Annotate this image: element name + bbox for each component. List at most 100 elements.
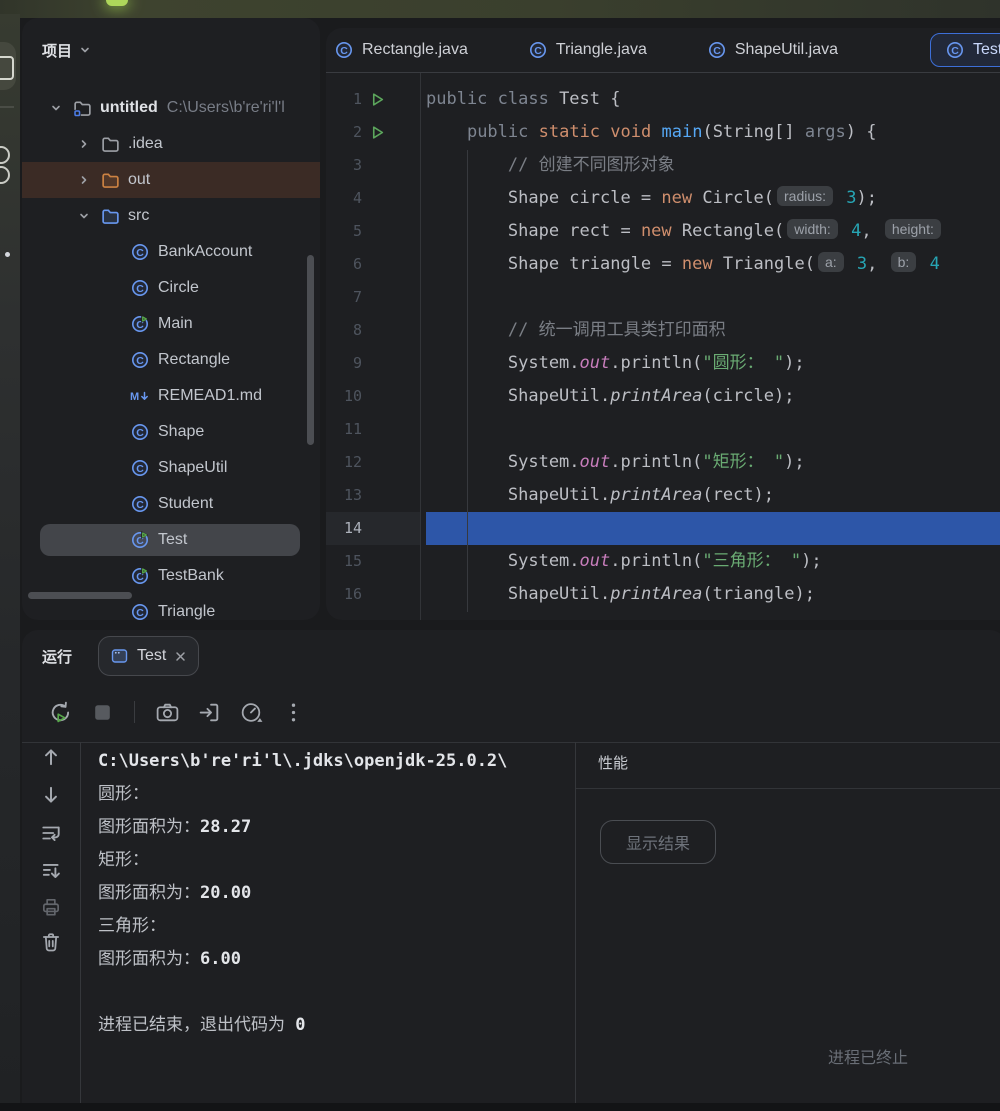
ide-window: 项目 untitledC:\Users\b're'ri'l'l.ideaouts… xyxy=(0,0,1000,1111)
vertical-scrollbar[interactable] xyxy=(307,255,314,445)
code-line[interactable]: 8 // 统一调用工具类打印面积 xyxy=(326,314,1000,347)
print-icon[interactable] xyxy=(39,895,63,919)
run-tab-test[interactable]: Test xyxy=(98,636,199,676)
tree-item-circle[interactable]: CCircle xyxy=(22,270,320,306)
tree-item-student[interactable]: C Student xyxy=(22,486,320,522)
code-line[interactable]: 10 ShapeUtil.printArea(circle); xyxy=(326,380,1000,413)
code-text: public class Test { xyxy=(426,83,620,116)
rerun-icon[interactable] xyxy=(46,698,74,726)
commit-icon[interactable] xyxy=(0,166,10,184)
code-line[interactable]: 9 System.out.println("圆形： "); xyxy=(326,347,1000,380)
code-line[interactable]: 2 public static void main(String[] args)… xyxy=(326,116,1000,149)
tree-item-remead1-md[interactable]: M REMEAD1.md xyxy=(22,378,320,414)
chevron-down-icon[interactable] xyxy=(79,44,91,56)
tab-rectangle-java[interactable]: CRectangle.java xyxy=(326,28,498,72)
gutter-border xyxy=(420,73,421,620)
code-line[interactable]: 5 Shape rect = new Rectangle(width: 4, h… xyxy=(326,215,1000,248)
console-line: 图形面积为：28.27 xyxy=(98,811,575,844)
soft-wrap-icon[interactable] xyxy=(39,821,63,845)
code-text: // 创建不同图形对象 xyxy=(426,149,675,182)
stop-icon[interactable] xyxy=(88,698,116,726)
tree-item-main[interactable]: CMain xyxy=(22,306,320,342)
line-number: 15 xyxy=(326,545,362,578)
class-icon: C xyxy=(334,40,354,60)
run-column xyxy=(370,314,394,347)
tree-item-rectangle[interactable]: CRectangle xyxy=(22,342,320,378)
svg-text:M: M xyxy=(130,391,139,403)
run-toolbar xyxy=(22,682,1000,742)
arrow-down-icon[interactable] xyxy=(39,783,63,807)
tab-test[interactable]: CTest xyxy=(930,33,1000,67)
chevron-right-icon[interactable] xyxy=(74,134,94,154)
console-line: C:\Users\b're'ri'l\.jdks\openjdk-25.0.2\ xyxy=(98,745,575,778)
parameter-hint: b: xyxy=(891,252,917,272)
code-line[interactable]: 4 Shape circle = new Circle(radius: 3); xyxy=(326,182,1000,215)
console-output[interactable]: C:\Users\b're'ri'l\.jdks\openjdk-25.0.2\… xyxy=(98,742,575,1111)
tree-item-label: .idea xyxy=(128,135,163,153)
code-line[interactable]: 14 xyxy=(326,512,1000,545)
tree-item-label: REMEAD1.md xyxy=(158,387,262,405)
chevron-down-icon[interactable] xyxy=(74,206,94,226)
code-line[interactable]: 15 System.out.println("三角形： "); xyxy=(326,545,1000,578)
editor-body[interactable]: 1public class Test {2 public static void… xyxy=(326,73,1000,620)
tree-item-label: out xyxy=(128,171,150,189)
close-icon[interactable] xyxy=(175,651,186,662)
commit-icon[interactable] xyxy=(0,146,10,164)
code-line[interactable]: 7 xyxy=(326,281,1000,314)
code-text: Shape circle = new Circle(radius: 3); xyxy=(426,182,877,215)
more-icon[interactable] xyxy=(279,698,307,726)
code-line[interactable]: 16 ShapeUtil.printArea(triangle); xyxy=(326,578,1000,611)
code-line[interactable]: 11 xyxy=(326,413,1000,446)
code-area[interactable]: 1public class Test {2 public static void… xyxy=(326,83,1000,611)
run-line-icon[interactable] xyxy=(370,116,394,149)
code-text: System.out.println("三角形： "); xyxy=(426,545,822,578)
tree-item-label: TestBank xyxy=(158,567,224,585)
code-text: Shape triangle = new Triangle(a: 3, b: 4 xyxy=(426,248,940,281)
chevron-right-icon[interactable] xyxy=(74,170,94,190)
svg-text:C: C xyxy=(136,499,144,511)
arrow-up-icon[interactable] xyxy=(39,745,63,769)
class-icon: C xyxy=(130,458,150,478)
tree-item-out[interactable]: out xyxy=(22,162,320,198)
show-results-button[interactable]: 显示结果 xyxy=(600,820,716,864)
code-line[interactable]: 12 System.out.println("矩形： "); xyxy=(326,446,1000,479)
class-icon: C xyxy=(130,422,150,442)
tree-item-bankaccount[interactable]: CBankAccount xyxy=(22,234,320,270)
tree-item-testbank[interactable]: CTestBank xyxy=(22,558,320,594)
tree-item-shape[interactable]: CShape xyxy=(22,414,320,450)
line-number: 2 xyxy=(326,116,362,149)
run-panel-header: 运行 Test xyxy=(22,630,1000,682)
gauge-icon[interactable] xyxy=(237,698,265,726)
code-line[interactable]: 3 // 创建不同图形对象 xyxy=(326,149,1000,182)
toolbar-separator xyxy=(134,701,135,723)
tree-item-idea[interactable]: .idea xyxy=(22,126,320,162)
tree-item-shapeutil[interactable]: CShapeUtil xyxy=(22,450,320,486)
exit-icon[interactable] xyxy=(195,698,223,726)
code-line[interactable]: 1public class Test { xyxy=(326,83,1000,116)
console-line xyxy=(98,976,575,1009)
line-number: 11 xyxy=(326,413,362,446)
class-icon: C xyxy=(130,602,150,620)
chevron-down-icon[interactable] xyxy=(46,98,66,118)
trash-icon[interactable] xyxy=(39,930,63,954)
tree-item-src[interactable]: src xyxy=(22,198,320,234)
horizontal-scrollbar[interactable] xyxy=(28,592,132,599)
svg-text:C: C xyxy=(136,283,144,295)
performance-title: 性能 xyxy=(598,752,628,773)
window-top-strip xyxy=(0,0,1000,18)
scroll-to-end-icon[interactable] xyxy=(39,859,63,883)
camera-icon[interactable] xyxy=(153,698,181,726)
svg-text:C: C xyxy=(136,607,144,619)
tab-shapeutil-java[interactable]: CShapeUtil.java xyxy=(677,28,868,72)
tree-item-label: Main xyxy=(158,315,193,333)
tab-triangle-java[interactable]: CTriangle.java xyxy=(498,28,677,72)
code-line[interactable]: 13 ShapeUtil.printArea(rect); xyxy=(326,479,1000,512)
run-column xyxy=(370,512,394,545)
tree-item-label: Student xyxy=(158,495,213,513)
run-line-icon[interactable] xyxy=(370,83,394,116)
code-line[interactable]: 6 Shape triangle = new Triangle(a: 3, b:… xyxy=(326,248,1000,281)
line-number: 16 xyxy=(326,578,362,611)
tree-item-untitled[interactable]: untitledC:\Users\b're'ri'l'l xyxy=(22,90,320,126)
more-tools-dot xyxy=(5,252,10,257)
tree-item-test[interactable]: CTest xyxy=(22,522,320,558)
